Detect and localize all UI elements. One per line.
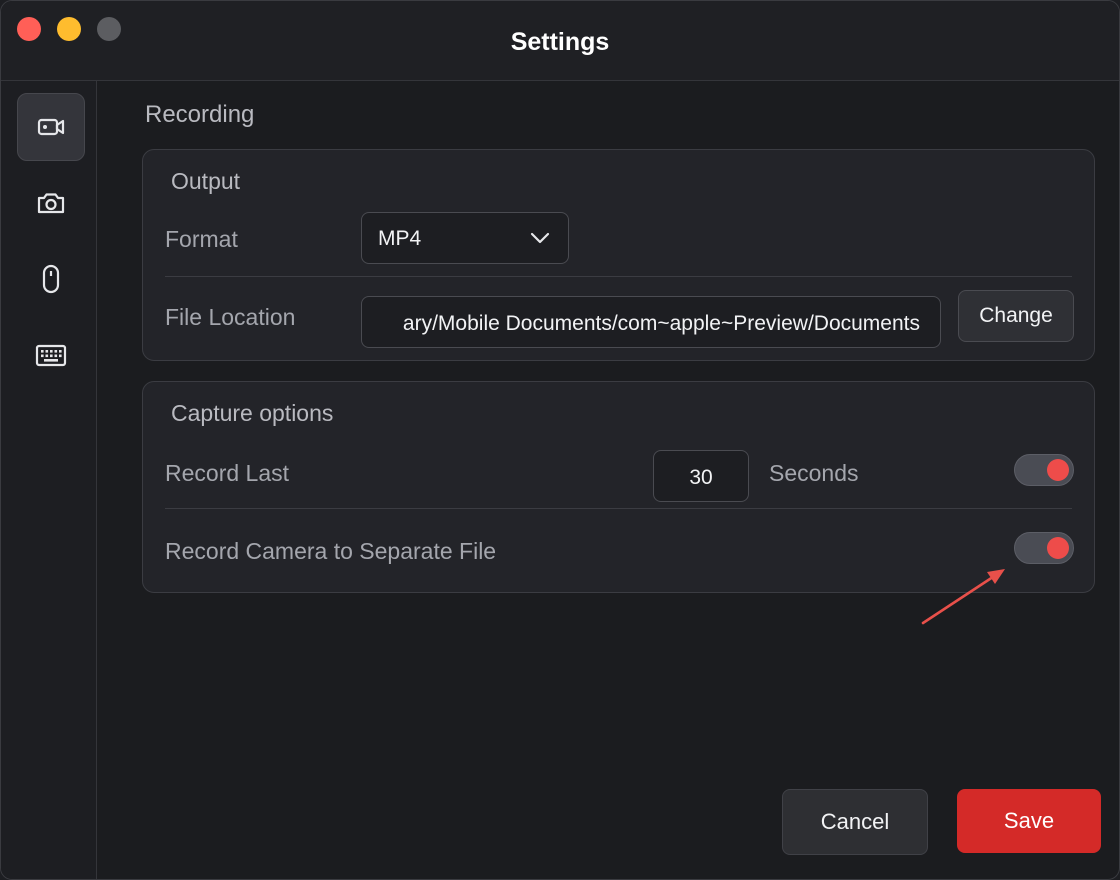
toggle-knob [1047, 459, 1069, 481]
toggle-knob [1047, 537, 1069, 559]
divider [165, 508, 1072, 509]
save-button[interactable]: Save [957, 789, 1101, 853]
settings-content: Recording Output Format MP4 File Locatio… [97, 81, 1119, 879]
sidebar-item-mouse[interactable] [17, 245, 85, 313]
record-last-label: Record Last [165, 460, 290, 486]
file-location-label: File Location [165, 304, 296, 330]
output-panel: Output Format MP4 File Location ary/Mobi… [142, 149, 1095, 361]
camera-icon [37, 193, 65, 214]
record-last-value: 30 [689, 466, 713, 489]
sidebar-item-recording[interactable] [17, 93, 85, 161]
format-select[interactable]: MP4 [361, 212, 569, 264]
video-camera-icon [37, 118, 65, 136]
annotation-arrow-icon [921, 569, 1005, 625]
settings-window: Settings Recording Output Format MP4 Fil… [0, 0, 1120, 880]
record-camera-separate-toggle[interactable] [1014, 532, 1074, 564]
capture-panel-title: Capture options [171, 400, 334, 426]
sidebar-item-screenshot[interactable] [17, 169, 85, 237]
title-bar: Settings [1, 1, 1119, 81]
seconds-label: Seconds [769, 460, 859, 486]
record-camera-separate-label: Record Camera to Separate File [165, 538, 497, 564]
divider [165, 276, 1072, 277]
sidebar [1, 81, 97, 879]
window-title: Settings [510, 28, 610, 56]
record-last-seconds-input[interactable]: 30 [653, 450, 749, 502]
change-location-button[interactable]: Change [958, 290, 1074, 342]
file-location-field[interactable]: ary/Mobile Documents/com~apple~Preview/D… [361, 296, 941, 348]
mouse-icon [42, 264, 60, 294]
file-location-value: ary/Mobile Documents/com~apple~Preview/D… [402, 312, 920, 335]
format-label: Format [165, 226, 238, 252]
cancel-button[interactable]: Cancel [782, 789, 928, 855]
keyboard-icon [35, 344, 67, 367]
section-title: Recording [145, 101, 255, 128]
chevron-down-icon [530, 232, 550, 244]
sidebar-item-keyboard[interactable] [17, 321, 85, 389]
record-last-toggle[interactable] [1014, 454, 1074, 486]
format-value: MP4 [378, 227, 422, 250]
output-panel-title: Output [171, 168, 241, 194]
